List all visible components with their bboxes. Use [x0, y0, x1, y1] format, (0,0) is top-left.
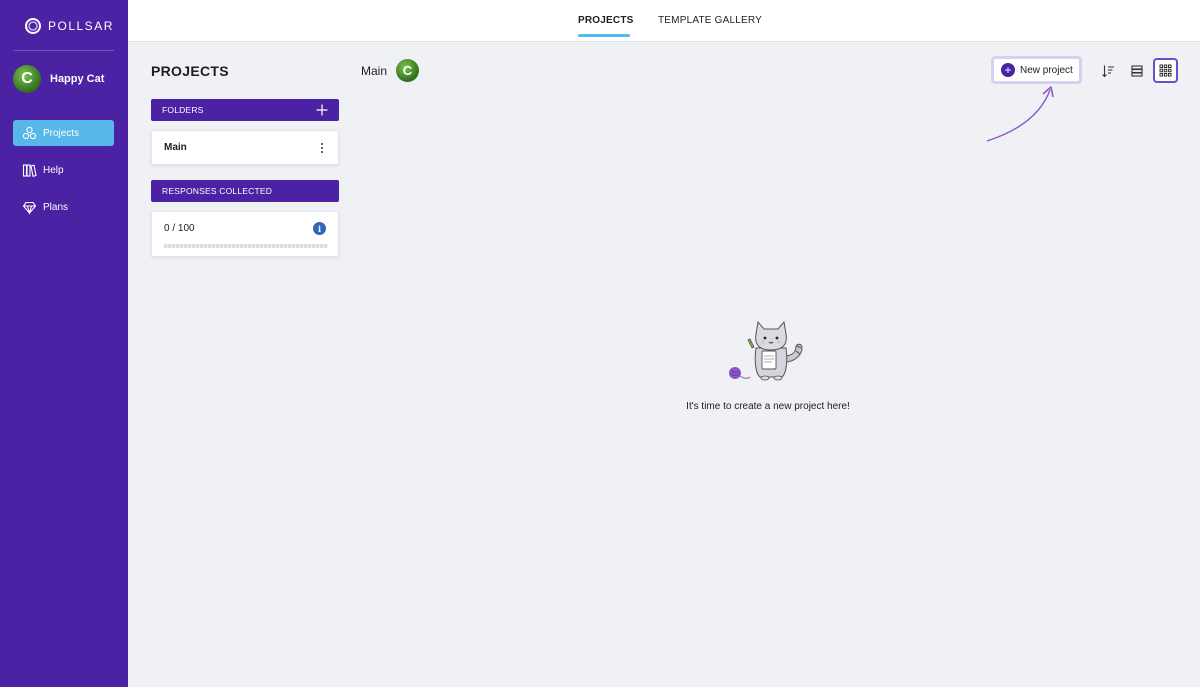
responses-card: 0 / 100 i [151, 211, 339, 257]
cat-illustration-icon [729, 320, 803, 381]
sidebar-item-plans[interactable]: Plans [13, 194, 114, 220]
list-view-button[interactable] [1126, 60, 1148, 82]
top-bar: PROJECTS TEMPLATE GALLERY [128, 0, 1200, 42]
current-folder-title: Main [361, 64, 388, 78]
new-project-label: New project [1020, 64, 1073, 76]
user-name: Happy Cat [50, 73, 105, 85]
sidebar-item-label: Help [43, 164, 64, 176]
logo[interactable]: POLLSAR [24, 16, 114, 36]
hint-arrow-icon [986, 86, 1054, 142]
sidebar-item-projects[interactable]: Projects [13, 120, 114, 146]
list-view-icon [1131, 65, 1143, 77]
sort-button[interactable] [1097, 60, 1119, 82]
grid-view-button[interactable] [1153, 58, 1178, 83]
sidebar-divider [13, 50, 114, 51]
sidebar-item-label: Plans [43, 201, 69, 213]
folder-item[interactable]: Main [151, 130, 339, 165]
tab-template-gallery[interactable]: TEMPLATE GALLERY [658, 15, 762, 26]
sidebar-item-help[interactable]: Help [13, 157, 114, 183]
responses-progress-bar [164, 244, 328, 248]
responses-header-label: RESPONSES COLLECTED [162, 186, 273, 196]
sidebar-item-label: Projects [43, 127, 80, 139]
tab-projects[interactable]: PROJECTS [578, 15, 634, 26]
logo-text: POLLSAR [48, 19, 114, 33]
more-options-icon[interactable] [318, 142, 326, 154]
folder-owner-avatar[interactable]: C [396, 59, 419, 82]
page-title: PROJECTS [151, 63, 229, 79]
folders-header-label: FOLDERS [162, 105, 204, 115]
user-profile[interactable]: C Happy Cat [13, 65, 104, 93]
folders-header: FOLDERS [151, 99, 339, 121]
responses-count: 0 / 100 [164, 223, 195, 234]
empty-state-message: It's time to create a new project here! [686, 401, 850, 412]
projects-icon [22, 126, 37, 141]
diamond-icon [22, 200, 37, 215]
plus-circle-icon: + [1001, 63, 1015, 77]
sort-icon [1102, 65, 1114, 78]
new-project-button[interactable]: + New project [991, 56, 1082, 84]
folder-name: Main [164, 142, 187, 153]
pollsar-logo-icon [25, 18, 41, 34]
info-icon[interactable]: i [313, 222, 326, 235]
grid-view-icon [1159, 64, 1172, 77]
add-folder-icon[interactable] [315, 103, 329, 117]
books-icon [22, 163, 37, 178]
avatar: C [13, 65, 41, 93]
active-tab-indicator [578, 34, 630, 37]
responses-header: RESPONSES COLLECTED [151, 180, 339, 202]
sidebar: POLLSAR C Happy Cat Projects Help Plans [0, 0, 128, 687]
